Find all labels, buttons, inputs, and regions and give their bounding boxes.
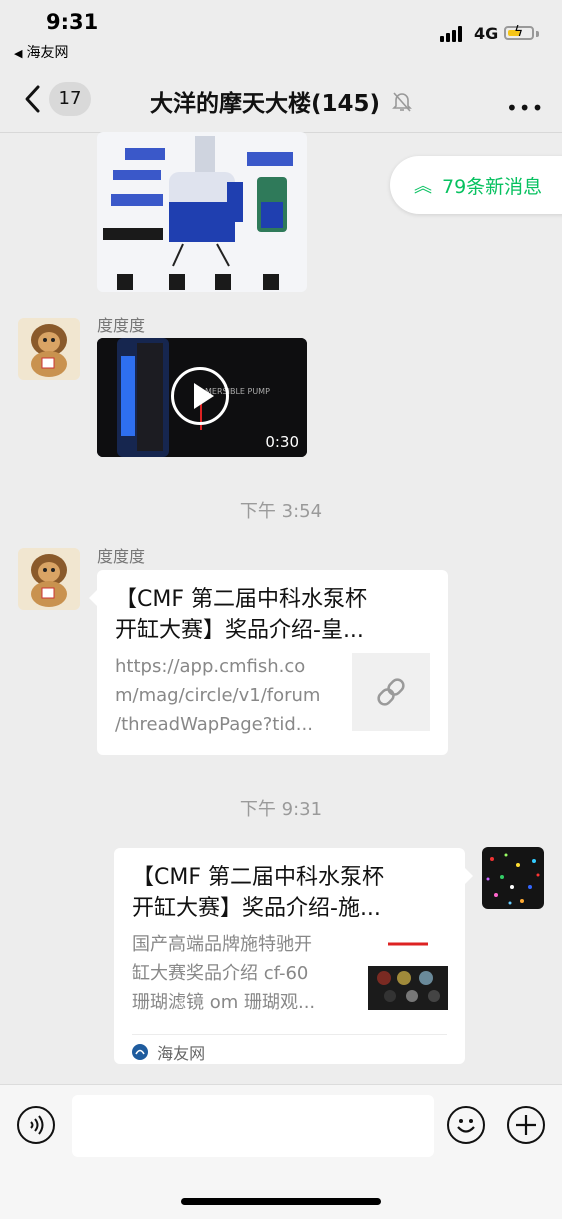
lion-avatar-image [18, 318, 80, 380]
link-card[interactable]: 【CMF 第二届中科水泵杯 开缸大赛】奖品介绍-施... 国产高端品牌施特驰开 … [114, 848, 465, 1064]
message-timestamp: 下午 3:54 [239, 501, 323, 522]
back-app-label: 海友网 [26, 45, 69, 61]
chat-title: 大洋的摩天大楼(145) [0, 84, 562, 119]
card-desc-line3: /threadWapPage?tid... [115, 714, 313, 735]
lion-avatar-image [18, 548, 80, 610]
plus-icon [516, 1115, 536, 1135]
message-timestamp: 下午 9:31 [239, 799, 323, 820]
message-input[interactable] [72, 1095, 434, 1157]
chat-title-text: 大洋的摩天大楼(145) [149, 91, 381, 117]
card-title-line1: 【CMF 第二届中科水泵杯 [132, 865, 384, 890]
back-triangle-icon: ◀ [14, 47, 23, 60]
card-desc-line1: 国产高端品牌施特驰开 [132, 934, 312, 955]
self-avatar-image [482, 847, 544, 909]
link-icon [377, 678, 405, 706]
card-desc-line2: m/mag/circle/v1/forum [115, 685, 321, 706]
video-message[interactable]: MERSIBLE PUMP 0:30 [97, 338, 307, 457]
bubble-arrow [89, 590, 97, 606]
more-options-button[interactable]: ••• [506, 96, 544, 120]
card-thumbnail [368, 934, 448, 1010]
voice-button[interactable] [17, 1106, 55, 1144]
avatar[interactable] [18, 548, 80, 610]
home-indicator [181, 1198, 381, 1205]
card-source: 海友网 [132, 1040, 206, 1063]
card-title-line2: 开缸大赛】奖品介绍-施... [132, 896, 381, 921]
back-to-app-link[interactable]: ◀ 海友网 [14, 42, 68, 62]
voice-icon [30, 1115, 44, 1135]
status-time: 9:31 [46, 10, 99, 34]
sender-name: 度度度 [97, 547, 146, 566]
image-message[interactable] [97, 132, 307, 292]
play-icon[interactable] [171, 367, 229, 425]
card-desc-line1: https://app.cmfish.co [115, 656, 306, 677]
network-label: 4G [474, 24, 499, 43]
pump-product-image [97, 132, 307, 292]
link-thumbnail [352, 653, 430, 731]
source-logo-icon [132, 1044, 148, 1060]
add-button[interactable] [507, 1106, 545, 1144]
card-separator [132, 1034, 447, 1035]
sender-name: 度度度 [97, 316, 146, 335]
emoji-icon [457, 1119, 475, 1133]
battery-tip [536, 31, 539, 37]
bubble-arrow [465, 868, 473, 884]
battery-icon: ϟ [504, 24, 534, 40]
card-desc-line2: 缸大赛奖品介绍 cf-60 [132, 963, 309, 984]
filter-product-image [368, 934, 448, 1010]
video-duration: 0:30 [265, 433, 299, 451]
card-source-label: 海友网 [157, 1044, 206, 1063]
avatar[interactable] [18, 318, 80, 380]
emoji-button[interactable] [447, 1106, 485, 1144]
bell-off-icon [392, 91, 412, 119]
card-title-line1: 【CMF 第二届中科水泵杯 [115, 587, 367, 612]
new-messages-label: 79条新消息 [442, 176, 543, 198]
card-title-line2: 开缸大赛】奖品介绍-皇... [115, 618, 364, 643]
new-messages-button[interactable]: ︽ 79条新消息 [390, 156, 562, 214]
link-card[interactable]: 【CMF 第二届中科水泵杯 开缸大赛】奖品介绍-皇... https://app… [97, 570, 448, 755]
avatar-self[interactable] [482, 847, 544, 909]
signal-icon [440, 26, 468, 42]
card-desc-line3: 珊瑚滤镜 om 珊瑚观... [132, 992, 316, 1013]
double-chevron-up-icon: ︽ [414, 176, 432, 197]
